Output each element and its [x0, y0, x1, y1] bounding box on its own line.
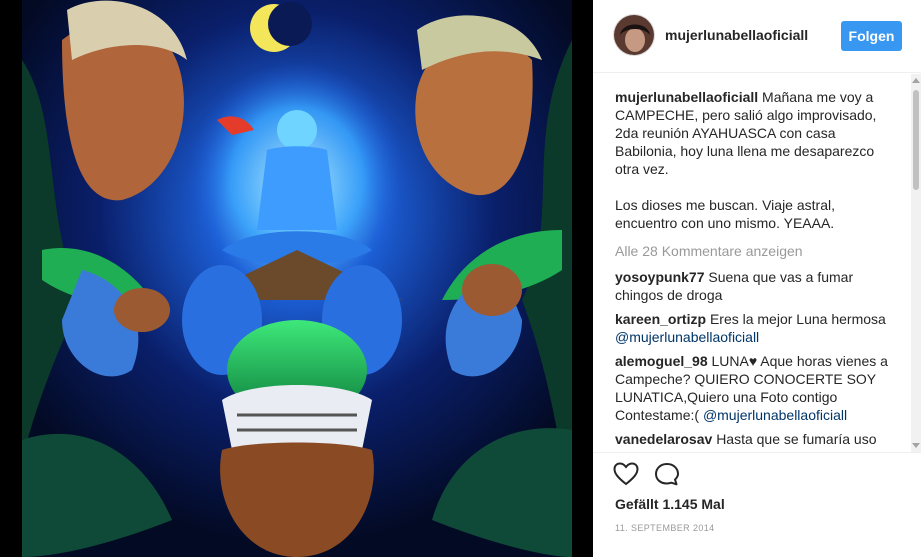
post-header: mujerlunabellaoficiall Folgen [593, 0, 921, 73]
like-count[interactable]: Gefällt 1.145 Mal [615, 496, 725, 512]
avatar-image [614, 15, 654, 55]
artwork-illustration [22, 0, 572, 557]
caption-text: CAMPECHE, pero salió algo improvisado, [615, 107, 877, 123]
comment: alemoguel_98 LUNA♥ Aque horas vienes a C… [615, 352, 903, 424]
comment: yosoypunk77 Suena que vas a fumar chingo… [615, 268, 903, 304]
post-date[interactable]: 11. September 2014 [615, 523, 715, 533]
follow-button[interactable]: Folgen [841, 21, 902, 51]
post-author-username[interactable]: mujerlunabellaoficiall [665, 27, 808, 43]
comments-list: mujerlunabellaoficiall Mañana me voy a C… [593, 74, 911, 452]
post-caption: mujerlunabellaoficiall Mañana me voy a C… [615, 88, 903, 232]
comment: vanedelarosav Hasta que se fumaría uso [615, 430, 903, 448]
post-actions: Gefällt 1.145 Mal 11. September 2014 [593, 452, 921, 557]
caption-text: 2da reunión AYAHUASCA con casa [615, 125, 836, 141]
comment-text: Eres la mejor Luna hermosa [709, 311, 886, 327]
caption-text: Babilonia, hoy luna llena me desaparezco [615, 143, 875, 159]
comment-username[interactable]: kareen_ortizp [615, 311, 706, 327]
comment-username[interactable]: vanedelarosav [615, 431, 712, 447]
comment-username[interactable]: alemoguel_98 [615, 353, 708, 369]
scroll-up-arrow-icon[interactable] [912, 78, 920, 83]
scroll-down-arrow-icon[interactable] [912, 443, 920, 448]
comment: kareen_ortizp Eres la mejor Luna hermosa… [615, 310, 903, 346]
comment-mention[interactable]: @mujerlunabellaoficiall [703, 407, 847, 423]
heart-icon[interactable] [613, 462, 639, 486]
comment-text: Hasta que se fumaría uso [716, 431, 877, 447]
comments-scrollbar[interactable] [911, 74, 921, 452]
caption-text: Mañana me voy a [762, 89, 874, 105]
post-image[interactable] [0, 0, 593, 557]
speech-bubble-icon[interactable] [654, 462, 680, 486]
caption-text: Los dioses me buscan. Viaje astral, [615, 197, 835, 213]
avatar[interactable] [613, 14, 655, 56]
load-more-comments[interactable]: Alle 28 Kommentare anzeigen [615, 242, 903, 260]
comment-mention[interactable]: @mujerlunabellaoficiall [615, 329, 759, 345]
post-sidebar: mujerlunabellaoficiall Folgen mujerlunab… [593, 0, 921, 557]
comment-username[interactable]: yosoypunk77 [615, 269, 704, 285]
scroll-thumb[interactable] [913, 90, 919, 190]
caption-text: otra vez. [615, 161, 669, 177]
caption-username[interactable]: mujerlunabellaoficiall [615, 89, 758, 105]
caption-text: encuentro con uno mismo. YEAAA. [615, 215, 835, 231]
